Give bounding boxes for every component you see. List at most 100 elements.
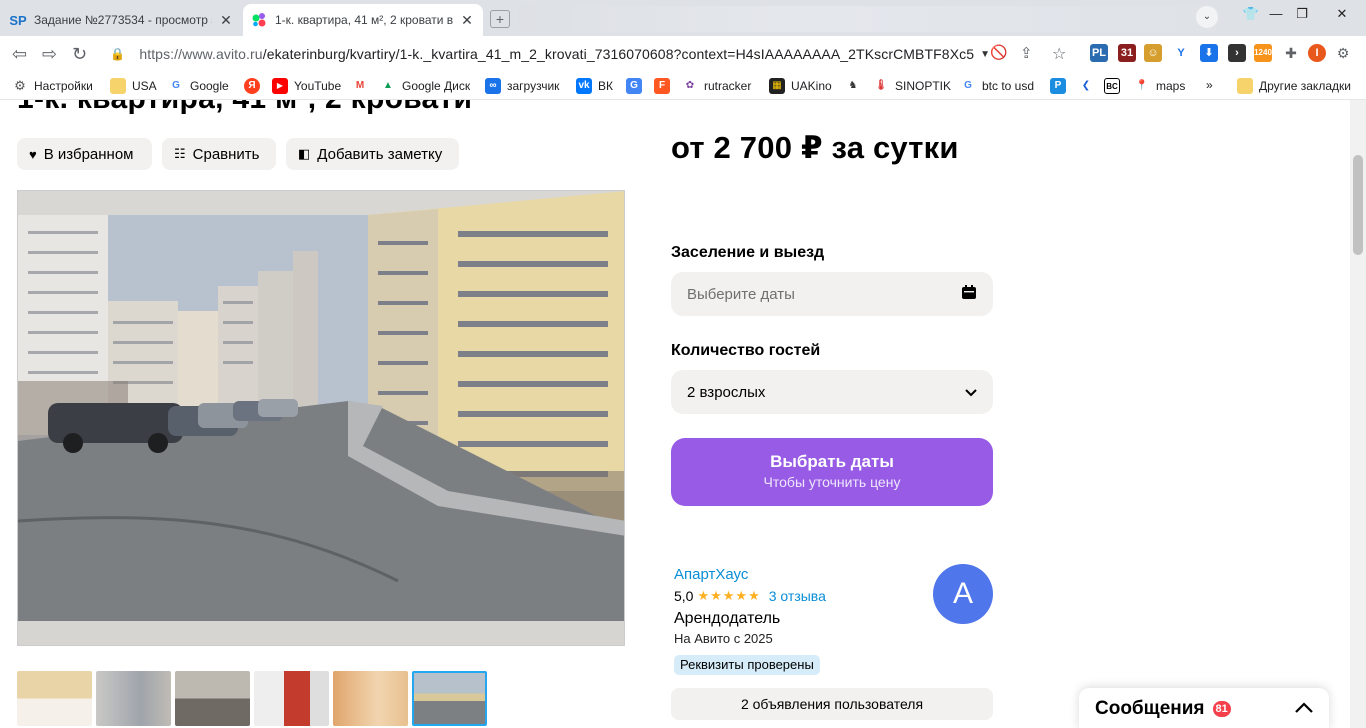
address-bar[interactable]: 🔒 https://www.avito.ru/ekaterinburg/kvar… [100,40,990,68]
bookmark-maps[interactable]: 📍 maps [1134,78,1186,94]
thumbnail[interactable] [333,671,408,726]
note-icon: ◧ [298,146,311,161]
bookmark-p[interactable]: P [1050,78,1072,94]
bookmark-youtube[interactable]: ▶ YouTube [272,78,341,94]
back-icon[interactable]: ⇦ [12,44,27,65]
bookmark-label: ВК [598,79,613,93]
film-icon: ▦ [769,78,785,94]
bookmark-btc-usd[interactable]: Gbtc to usd [960,78,1034,94]
bookmark-label: Другие закладки [1259,79,1351,93]
extension-y-icon[interactable]: Y [1172,44,1190,62]
extension-calendar-icon[interactable]: 31 [1118,44,1136,62]
tab-avito[interactable]: 1-к. квартира, 41 м², 2 кровати в ✕ [243,4,483,36]
gmail-icon: M [355,80,365,91]
thumbnail[interactable] [17,671,92,726]
compare-label: Сравнить [192,145,260,163]
thumbnail-selected[interactable] [412,671,487,726]
seller-role: Арендодатель [674,610,781,627]
compare-list-icon: ☷ [174,146,186,161]
bookmarks-overflow[interactable]: » [1206,78,1213,92]
forward-icon[interactable]: ⇨ [42,44,57,65]
close-window-icon[interactable]: ✕ [1322,6,1362,26]
tab-search-icon[interactable]: ⌄ [1196,6,1218,28]
extension-btc-icon[interactable]: 1240 [1254,44,1272,62]
close-tab-icon[interactable]: ✕ [218,12,234,29]
maximize-icon[interactable]: ❐ [1290,6,1314,26]
f-icon: F [654,78,670,94]
bookmark-f[interactable]: F [654,78,676,94]
bookmark-arrow[interactable]: ❮ [1078,78,1100,94]
heart-icon: ♥ [29,146,37,162]
bookmark-gmail[interactable]: M [352,78,374,94]
thumbnail[interactable] [175,671,250,726]
reload-icon[interactable]: ↻ [72,44,87,65]
cta-title: Выбрать даты [770,452,894,471]
bookmark-label: Настройки [34,79,93,93]
bookmark-label: YouTube [294,79,342,93]
close-tab-icon[interactable]: ✕ [459,12,475,29]
bookmark-sinoptik[interactable]: 🌡 SINOPTIK [873,78,951,94]
bookmarks-bar: ⚙ Настройки USA G Google Я ▶ YouTube M ▲ Goo… [0,72,1366,100]
photo-thumbnails [17,671,487,726]
extension-terminal-icon[interactable]: › [1228,44,1246,62]
extension-pl-icon[interactable]: PL [1090,44,1108,62]
bookmark-usa[interactable]: USA [110,78,157,94]
settings-gear-icon[interactable]: ⚙ [1334,44,1352,62]
compare-button[interactable]: ☷ Сравнить [162,138,276,170]
extensions-puzzle-icon[interactable]: ✚ [1282,44,1300,62]
bookmark-google-drive[interactable]: ▲ Google Диск [380,78,470,94]
bookmark-vk[interactable]: vk ВК [576,78,613,94]
bookmark-label: Google [190,79,229,93]
page-scrollbar[interactable] [1350,100,1366,728]
thumbnail[interactable] [96,671,171,726]
bookmark-settings[interactable]: ⚙ Настройки [12,78,93,94]
main-photo[interactable] [17,190,625,646]
chevron-down-icon [965,384,977,401]
overflow-chevron-icon: » [1206,78,1213,92]
messages-panel[interactable]: Сообщения 81 [1079,688,1329,728]
bookmark-uakino[interactable]: ▦ UAKino [769,78,832,94]
scrollbar-thumb[interactable] [1353,155,1363,255]
minimize-icon[interactable]: — [1264,6,1288,26]
guests-label: Количество гостей [671,342,821,359]
cta-subtitle: Чтобы уточнить цену [763,474,901,490]
user-ads-button[interactable]: 2 объявления пользователя [671,688,993,720]
add-note-button[interactable]: ◧ Добавить заметку [286,138,459,170]
bookmark-rutracker[interactable]: ✿ rutracker [682,78,752,94]
guests-select[interactable]: 2 взрослых [671,370,993,414]
bookmark-label: SINOPTIK [895,79,952,93]
favorite-button[interactable]: ♥ В избранном [17,138,152,170]
seller-name-link[interactable]: АпартХаус [674,566,748,583]
thumbnail[interactable] [254,671,329,726]
rating-stars-icon: ★★★★★ [697,588,761,603]
gear-icon: ⚙ [14,78,26,93]
bookmark-loader[interactable]: ∞ загрузчик [485,78,559,94]
bookmark-horse[interactable]: ♞ [845,78,867,94]
select-dates-button[interactable]: Выбрать даты Чтобы уточнить цену [671,438,993,506]
new-tab-button[interactable]: + [490,10,510,28]
extension-face-icon[interactable]: ☺ [1144,44,1162,62]
seller-avatar[interactable]: A [933,564,993,624]
profile-avatar[interactable]: I [1308,44,1326,62]
tab-task[interactable]: SP Задание №2773534 - просмотр з ✕ [2,4,242,36]
bookmark-other[interactable]: Другие закладки [1237,78,1351,94]
chevron-up-icon[interactable] [1295,700,1313,718]
reviews-link[interactable]: 3 отзыва [769,588,826,604]
bookmark-bc[interactable]: BC [1104,78,1126,94]
bookmark-label: maps [1156,79,1186,93]
bookmark-yandex[interactable]: Я [244,78,266,94]
bookmark-google[interactable]: G Google [168,78,229,94]
extension-download-icon[interactable]: ⬇ [1200,44,1218,62]
share-icon[interactable]: ⇪ [1020,44,1033,62]
seller-since: На Авито с 2025 [674,631,773,646]
calendar-icon [961,284,977,304]
blocked-popup-icon[interactable]: 🚫 [990,44,1007,61]
verified-badge: Реквизиты проверены [674,655,820,675]
url-dropdown-icon[interactable]: ▼ [980,49,990,60]
bookmark-label: btc to usd [982,79,1035,93]
bookmark-label: Google Диск [402,79,471,93]
tshirt-icon[interactable]: 👕 [1240,6,1262,26]
bookmark-translate[interactable]: G [626,78,648,94]
bookmark-star-icon[interactable]: ☆ [1052,44,1066,64]
date-picker-field[interactable]: Выберите даты [671,272,993,316]
